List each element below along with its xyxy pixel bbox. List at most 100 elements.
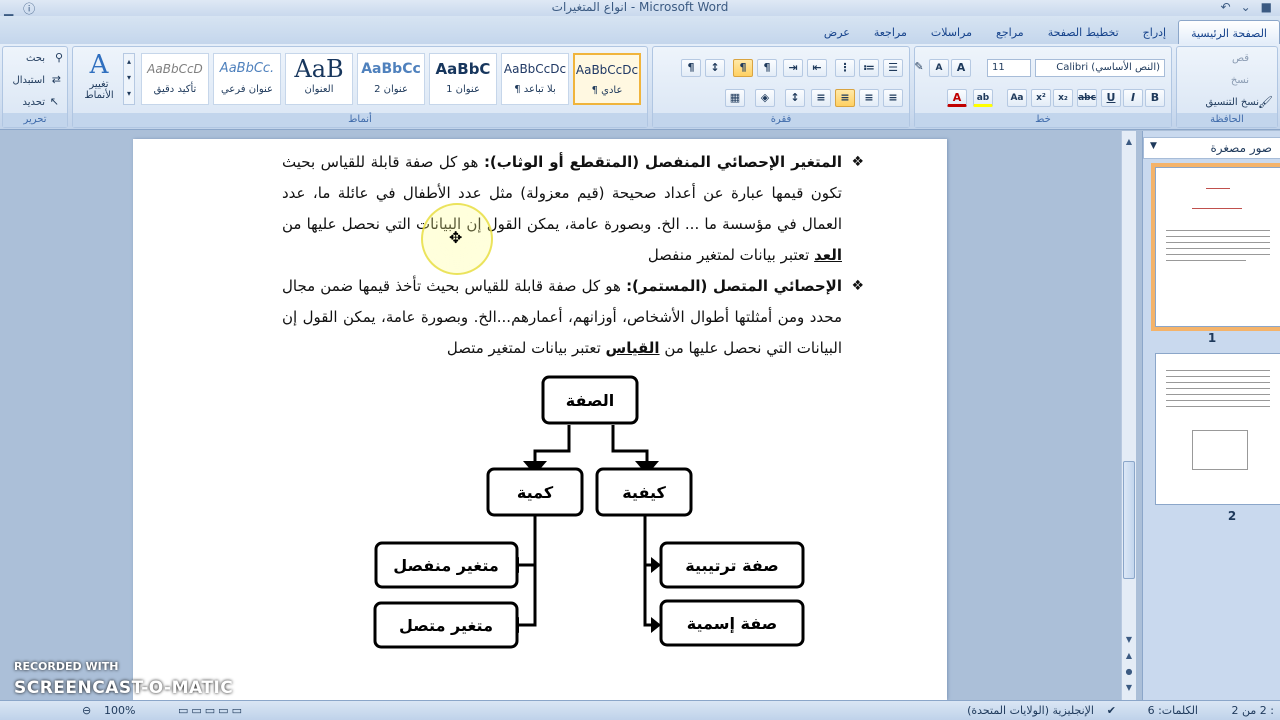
change-case-icon[interactable]: Aa (1007, 89, 1027, 107)
numbering-icon[interactable]: ≔ (859, 59, 879, 77)
paragraph-continuous[interactable]: ❖ الإحصائي المتصل (المستمر): هو كل صفة ق… (282, 271, 864, 364)
zoom-out-icon[interactable]: ⊖ (82, 704, 91, 717)
grow-font-icon[interactable]: A (951, 59, 971, 77)
style-name: ¶ بلا تباعد (514, 84, 556, 95)
thumb-line (1206, 188, 1230, 189)
font-color-icon[interactable]: A (947, 89, 967, 107)
tab-home[interactable]: الصفحة الرئيسية (1178, 20, 1280, 44)
style-subtitle[interactable]: AaBbCc. عنوان فرعي (213, 53, 281, 105)
label-ordinal: صفة ترتيبية (685, 556, 779, 575)
zoom-level[interactable]: 100% (104, 704, 135, 717)
select-button[interactable]: تحديد (22, 97, 45, 108)
continuous-keyword: القياس (605, 339, 660, 357)
superscript-icon[interactable]: x² (1031, 89, 1051, 107)
line-spacing-icon[interactable]: ↕ (785, 89, 805, 107)
page-thumbnail-1[interactable] (1151, 163, 1280, 331)
document-text[interactable]: ❖ المتغير الإحصائي المنفصل (المتقطع أو ا… (282, 147, 864, 364)
style-heading-1[interactable]: AaBbC عنوان 1 (429, 53, 497, 105)
select-browse-icon[interactable]: ● (1122, 667, 1136, 676)
continuous-tail: تعتبر بيانات لمتغير متصل (446, 339, 606, 357)
status-page[interactable]: : 2 من 2 (1232, 704, 1274, 717)
next-page-icon[interactable]: ▼ (1122, 683, 1136, 692)
redo-icon[interactable]: ⌄ (1241, 0, 1251, 14)
copy-button[interactable]: نسخ (1231, 75, 1249, 86)
tab-review[interactable]: مراجعة (862, 20, 919, 44)
style-title[interactable]: AaB العنوان (285, 53, 353, 105)
font-size-select[interactable]: 11 (987, 59, 1031, 77)
label-nominal: صفة إسمية (687, 614, 777, 633)
styles-group: AaBbCcDc ¶ عادي AaBbCcDc ¶ بلا تباعد AaB… (72, 46, 648, 128)
cut-button[interactable]: قص (1232, 53, 1249, 64)
ribbon: قص نسخ نسخ التنسيق 🖌 الحافظة (النص الأسا… (0, 44, 1280, 130)
status-language[interactable]: الإنجليزية (الولايات المتحدة) (967, 704, 1094, 717)
borders-icon[interactable]: ▦ (725, 89, 745, 107)
align-right-icon[interactable]: ≡ (883, 89, 903, 107)
style-preview: AaB (294, 55, 344, 83)
sort-icon[interactable]: ↕ (705, 59, 725, 77)
thumbnail-number-1: 1 (1207, 331, 1217, 345)
document-page[interactable]: ❖ المتغير الإحصائي المنفصل (المتقطع أو ا… (133, 139, 947, 700)
bullets-icon[interactable]: ☰ (883, 59, 903, 77)
thumbnails-header[interactable]: صور مصغرة ▼ (1143, 137, 1280, 159)
chevron-down-icon[interactable]: ▼ (1150, 141, 1157, 151)
find-button[interactable]: بحث (26, 53, 45, 64)
styles-scroll[interactable]: ▴ ▾ ▾ (123, 53, 135, 105)
thumb-line (1166, 382, 1270, 383)
thumbnail-number-2: 2 (1227, 509, 1237, 523)
binoculars-icon: ⚲ (54, 51, 63, 64)
change-styles-button[interactable]: A تغيير الأنماط (77, 51, 121, 107)
window-controls: ↶ ⌄ ■ (1221, 0, 1272, 14)
scroll-thumb[interactable] (1123, 461, 1135, 579)
vertical-scrollbar[interactable]: ▲ ▼ ▲ ● ▼ (1121, 131, 1136, 700)
view-buttons[interactable]: ▭▭▭▭▭ (178, 704, 245, 717)
title-bar: ▁ ⓘ انواع المتغيرات - Microsoft Word ↶ ⌄… (0, 0, 1280, 16)
rtl-icon[interactable]: ¶ (757, 59, 777, 77)
font-group: (النص الأساسي) Calibri 11 A A ✎ B I U ab… (914, 46, 1172, 128)
tab-insert[interactable]: إدراج (1131, 20, 1178, 44)
strikethrough-icon[interactable]: abc (1077, 89, 1097, 107)
align-left-icon[interactable]: ≡ (811, 89, 831, 107)
style-name: ¶ عادي (591, 85, 623, 96)
style-heading-2[interactable]: AaBbCc عنوان 2 (357, 53, 425, 105)
editing-group-label: تحرير (3, 113, 67, 127)
show-marks-icon[interactable]: ¶ (681, 59, 701, 77)
scroll-up-icon[interactable]: ▲ (1122, 137, 1136, 146)
status-bar: : 2 من 2 الكلمات: 6 ✔ الإنجليزية (الولاي… (0, 700, 1280, 720)
replace-button[interactable]: استبدال (13, 75, 46, 86)
prev-page-icon[interactable]: ▲ (1122, 651, 1136, 660)
status-page-value: 2 من 2 (1231, 704, 1267, 717)
italic-icon[interactable]: I (1123, 89, 1143, 107)
center-icon[interactable]: ≡ (859, 89, 879, 107)
tab-view[interactable]: عرض (812, 20, 862, 44)
style-preview: AaBbCcDc (503, 62, 567, 76)
save-icon[interactable]: ■ (1261, 0, 1272, 14)
decrease-indent-icon[interactable]: ⇤ (807, 59, 827, 77)
ltr-icon[interactable]: ¶ (733, 59, 753, 77)
clear-format-icon[interactable]: ✎ (909, 59, 929, 77)
multilevel-list-icon[interactable]: ⋮ (835, 59, 855, 77)
scroll-down-icon[interactable]: ▼ (1122, 635, 1136, 644)
change-styles-icon: A (89, 50, 109, 80)
status-words[interactable]: الكلمات: 6 (1148, 704, 1198, 717)
tab-mailings[interactable]: مراسلات (919, 20, 984, 44)
tab-references[interactable]: مراجع (984, 20, 1036, 44)
underline-icon[interactable]: U (1101, 89, 1121, 107)
style-normal[interactable]: AaBbCcDc ¶ عادي (573, 53, 641, 105)
shading-icon[interactable]: ◈ (755, 89, 775, 107)
align-justify-icon[interactable]: ≡ (835, 89, 855, 107)
bold-icon[interactable]: B (1145, 89, 1165, 107)
format-painter-button[interactable]: نسخ التنسيق (1206, 97, 1259, 108)
shrink-font-icon[interactable]: A (929, 59, 949, 77)
clipboard-group: قص نسخ نسخ التنسيق 🖌 الحافظة (1176, 46, 1278, 128)
increase-indent-icon[interactable]: ⇥ (783, 59, 803, 77)
undo-icon[interactable]: ↶ (1221, 0, 1231, 14)
paragraph-discrete[interactable]: ❖ المتغير الإحصائي المنفصل (المتقطع أو ا… (282, 147, 864, 271)
proofing-icon[interactable]: ✔ (1107, 704, 1116, 717)
page-thumbnail-2[interactable] (1155, 353, 1280, 505)
style-no-spacing[interactable]: AaBbCcDc ¶ بلا تباعد (501, 53, 569, 105)
style-subtle-emphasis[interactable]: AaBbCcD تأكيد دقيق (141, 53, 209, 105)
tab-page-layout[interactable]: تخطيط الصفحة (1036, 20, 1131, 44)
font-name-select[interactable]: (النص الأساسي) Calibri (1035, 59, 1165, 77)
subscript-icon[interactable]: x₂ (1053, 89, 1073, 107)
highlight-icon[interactable]: ab (973, 89, 993, 107)
